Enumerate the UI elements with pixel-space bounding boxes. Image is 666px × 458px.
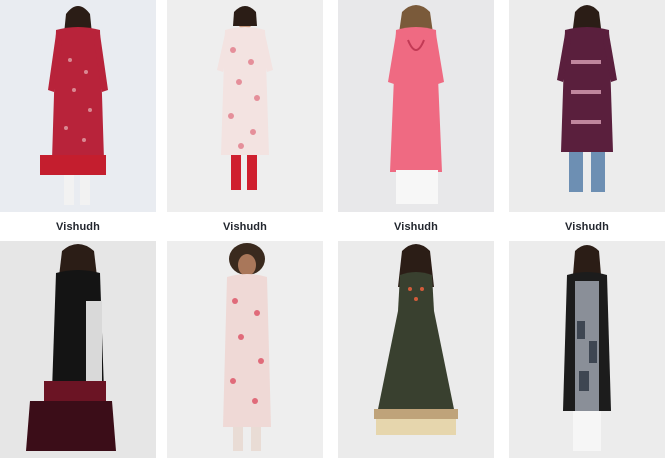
product-card[interactable] <box>338 241 494 458</box>
product-brand[interactable]: Vishudh <box>167 221 323 233</box>
product-image[interactable] <box>509 241 665 458</box>
product-grid: Vishudh Vishudh Vishudh Vishudh <box>0 0 666 458</box>
product-card[interactable]: Vishudh <box>509 0 665 233</box>
product-image[interactable] <box>167 0 323 212</box>
product-image[interactable] <box>0 241 156 458</box>
product-card[interactable]: Vishudh <box>0 0 156 233</box>
product-image[interactable] <box>509 0 665 212</box>
product-card[interactable] <box>167 241 323 458</box>
product-card[interactable]: Vishudh <box>167 0 323 233</box>
product-image[interactable] <box>0 0 156 212</box>
product-card[interactable] <box>0 241 156 458</box>
product-brand[interactable]: Vishudh <box>509 221 665 233</box>
product-brand[interactable]: Vishudh <box>338 221 494 233</box>
product-card[interactable]: Vishudh <box>338 0 494 233</box>
product-image[interactable] <box>338 0 494 212</box>
product-image[interactable] <box>167 241 323 458</box>
product-card[interactable] <box>509 241 665 458</box>
product-image[interactable] <box>338 241 494 458</box>
product-brand[interactable]: Vishudh <box>0 221 156 233</box>
